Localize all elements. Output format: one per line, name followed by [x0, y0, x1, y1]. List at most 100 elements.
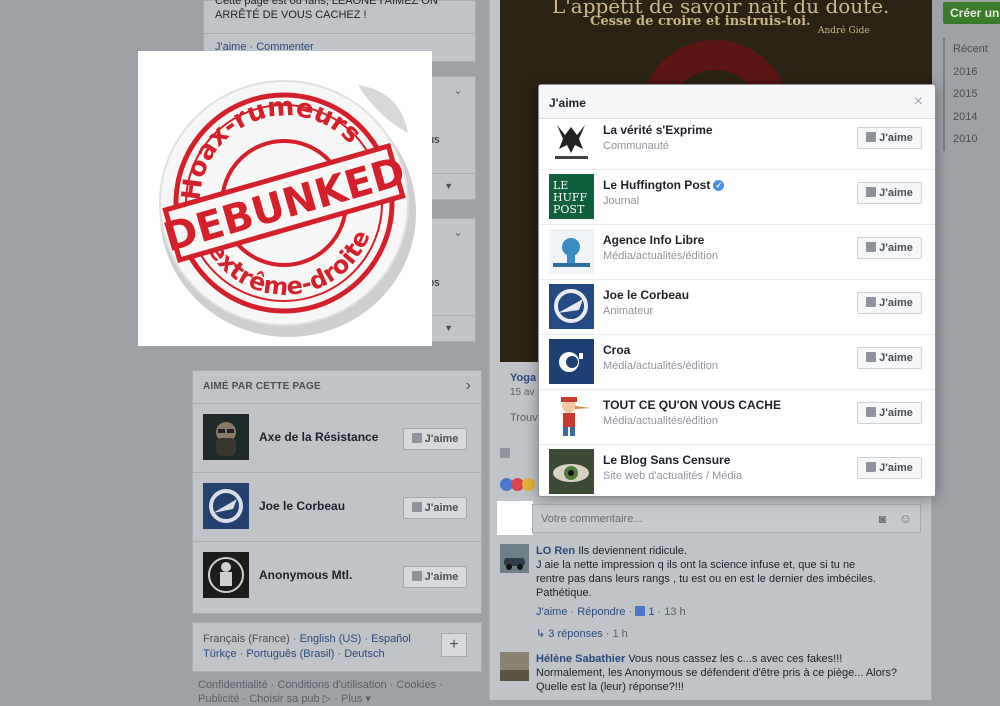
- year-link[interactable]: 2014: [945, 106, 1000, 129]
- like-button[interactable]: J'aime: [857, 182, 922, 204]
- dialog-row[interactable]: Joe le Corbeau Animateur J'aime: [539, 280, 935, 335]
- liked-page-name[interactable]: Joe le Corbeau: [259, 499, 345, 513]
- language-link[interactable]: English (US): [300, 633, 362, 645]
- dialog-page-name[interactable]: TOUT CE QU'ON VOUS CACHE: [603, 398, 781, 412]
- divider: [204, 33, 475, 34]
- like-button[interactable]: J'aime: [403, 428, 467, 450]
- dialog-row[interactable]: TOUT CE QU'ON VOUS CACHE Média/actualité…: [539, 390, 935, 445]
- add-language-button[interactable]: +: [441, 633, 467, 657]
- dialog-row[interactable]: Agence Info Libre Média/actualités/éditi…: [539, 225, 935, 280]
- chevron-down-icon[interactable]: ⌄: [453, 225, 463, 239]
- dialog-page-name[interactable]: Le Huffington Post: [603, 178, 710, 192]
- year-link[interactable]: 2010: [945, 128, 1000, 151]
- dialog-row[interactable]: La vérité s'Exprime Communauté J'aime: [539, 115, 935, 170]
- dialog-row[interactable]: Le Blog Sans Censure Site web d'actualit…: [539, 445, 935, 496]
- thumbs-up-icon[interactable]: [500, 446, 513, 460]
- close-icon[interactable]: ×: [914, 93, 923, 111]
- dialog-page-name[interactable]: La vérité s'Exprime: [603, 123, 713, 137]
- reaction-icons[interactable]: [500, 478, 540, 494]
- eye-logo-icon: [549, 449, 594, 494]
- huffpost-logo-text: POST: [553, 203, 585, 216]
- like-button[interactable]: J'aime: [403, 566, 467, 588]
- chevron-down-icon[interactable]: ▼: [444, 181, 453, 191]
- like-button[interactable]: J'aime: [857, 457, 922, 479]
- top-post-text-line2: ARRÊTÉ DE VOUS CACHEZ !: [215, 9, 367, 21]
- chevron-down-icon[interactable]: ▼: [444, 323, 453, 333]
- dialog-row[interactable]: LE HUFF POST Le Huffington Post ✓ Journal…: [539, 170, 935, 225]
- dialog-header: J'aime ×: [539, 85, 935, 119]
- year-link[interactable]: 2015: [945, 83, 1000, 106]
- thumbs-up-icon: [866, 407, 877, 417]
- liked-page-row[interactable]: Joe le Corbeau J'aime: [193, 472, 481, 540]
- comment-author[interactable]: Hélène Sabathier: [536, 653, 625, 665]
- language-link[interactable]: Deutsch: [344, 648, 384, 660]
- avatar[interactable]: [500, 544, 529, 573]
- comment-text-continued: J aie la nette impression q ils ont la s…: [536, 559, 876, 599]
- avatar[interactable]: [549, 339, 594, 384]
- shared-link-date: 15 av: [510, 387, 535, 398]
- avatar[interactable]: [500, 652, 529, 681]
- dialog-page-name-wrap[interactable]: Le Huffington Post ✓: [603, 178, 725, 192]
- liked-page-name[interactable]: Anonymous Mtl.: [259, 568, 352, 582]
- thumbs-up-icon: [866, 462, 877, 472]
- chevron-down-icon[interactable]: ⌄: [453, 83, 463, 97]
- like-button-label: J'aime: [424, 502, 459, 514]
- emoji-icon[interactable]: ☺: [899, 511, 912, 526]
- comment-text: Ils deviennent ridicule.: [578, 545, 688, 557]
- liked-page-row[interactable]: Axe de la Résistance J'aime: [193, 403, 481, 471]
- footer-line-1[interactable]: Confidentialité · Conditions d'utilisati…: [198, 678, 478, 692]
- comment-like-link[interactable]: J'aime: [536, 606, 567, 618]
- like-button[interactable]: J'aime: [857, 127, 922, 149]
- like-button[interactable]: J'aime: [403, 497, 467, 519]
- year-link[interactable]: Récent: [945, 38, 1000, 61]
- reply-arrow-icon: ↳: [536, 628, 549, 640]
- liked-by-page-panel: AIMÉ PAR CETTE PAGE › Axe de la Résistan…: [192, 370, 482, 614]
- dialog-row[interactable]: Croa Média/actualités/édition J'aime: [539, 335, 935, 390]
- liked-page-name[interactable]: Axe de la Résistance: [259, 430, 378, 444]
- avatar[interactable]: [203, 414, 249, 460]
- avatar[interactable]: [203, 552, 249, 598]
- year-link[interactable]: 2016: [945, 61, 1000, 84]
- dialog-page-name[interactable]: Agence Info Libre: [603, 233, 704, 247]
- pinocchio-logo-icon: [549, 394, 594, 439]
- replies-toggle[interactable]: ↳ 3 réponses · 1 h: [536, 627, 628, 640]
- dialog-page-name[interactable]: Le Blog Sans Censure: [603, 453, 730, 467]
- dialog-page-name[interactable]: Joe le Corbeau: [603, 288, 689, 302]
- like-button[interactable]: J'aime: [857, 237, 922, 259]
- language-link[interactable]: Español: [371, 633, 411, 645]
- like-button[interactable]: J'aime: [857, 402, 922, 424]
- avatar[interactable]: LE HUFF POST: [549, 174, 594, 219]
- shared-link-title[interactable]: Yoga: [510, 372, 536, 384]
- top-post-text-line1: Cette page est ou fans, LEAONE I'AIMEZ O…: [215, 0, 438, 7]
- language-link[interactable]: Português (Brasil): [246, 648, 334, 660]
- avatar[interactable]: [549, 284, 594, 329]
- avatar[interactable]: [549, 229, 594, 274]
- like-button[interactable]: J'aime: [857, 347, 922, 369]
- shared-link-preview[interactable]: Yoga 15 av Trouv: [500, 368, 540, 430]
- comment-reply-link[interactable]: Répondre: [577, 606, 625, 618]
- avatar[interactable]: [549, 119, 594, 164]
- quote-line-2: Cesse de croire et instruis-toi.: [590, 14, 811, 29]
- chevron-right-icon[interactable]: ›: [466, 377, 471, 395]
- create-button[interactable]: Créer une: [943, 2, 1000, 24]
- replies-count[interactable]: 3 réponses: [548, 628, 602, 640]
- camera-icon[interactable]: ◙: [879, 512, 886, 526]
- like-button[interactable]: J'aime: [857, 292, 922, 314]
- language-link[interactable]: Türkçe: [203, 648, 237, 660]
- comment-input[interactable]: Votre commentaire... ◙ ☺: [532, 504, 921, 533]
- dialog-page-category: Site web d'actualités / Média: [603, 470, 743, 482]
- liked-page-row[interactable]: Anonymous Mtl. J'aime: [193, 541, 481, 609]
- thumbs-up-icon: [411, 433, 422, 443]
- avatar[interactable]: [549, 449, 594, 494]
- avatar[interactable]: [203, 483, 249, 529]
- comment-actions: J'aime · Répondre · 1 · 13 h: [536, 606, 686, 618]
- avatar[interactable]: [549, 394, 594, 439]
- comment-time[interactable]: 13 h: [664, 606, 685, 618]
- top-post-text: Cette page est ou fans, LEAONE I'AIMEZ O…: [215, 0, 465, 22]
- timeline-years: Récent 2016 2015 2014 2010: [943, 38, 1000, 151]
- comment-author[interactable]: LO Ren: [536, 545, 575, 557]
- comment-body: LO Ren Ils deviennent ridicule. J aie la…: [536, 544, 876, 600]
- dialog-page-name[interactable]: Croa: [603, 343, 630, 357]
- footer-line-2[interactable]: Publicité · Choisir sa pub ▷ · Plus ▾: [198, 692, 478, 706]
- footer-links: Confidentialité · Conditions d'utilisati…: [198, 678, 478, 706]
